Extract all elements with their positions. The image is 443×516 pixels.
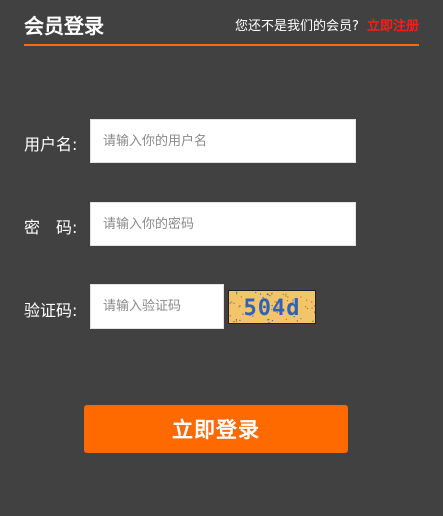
captcha-noise-dot xyxy=(238,306,240,308)
captcha-noise-dot xyxy=(306,307,309,310)
register-prompt-text: 您还不是我们的会员? xyxy=(234,19,359,34)
captcha-noise-dot xyxy=(282,293,284,295)
username-input[interactable] xyxy=(90,119,356,163)
password-input[interactable] xyxy=(90,202,356,246)
captcha-noise-dot xyxy=(236,293,238,295)
username-label: 用户名: xyxy=(24,135,78,154)
captcha-noise-dot xyxy=(314,312,315,314)
captcha-image[interactable]: 504d xyxy=(228,290,316,324)
register-link[interactable]: 立即注册 xyxy=(367,19,419,34)
captcha-noise-dot xyxy=(231,301,233,303)
captcha-noise-dot xyxy=(300,296,302,298)
captcha-input[interactable] xyxy=(90,284,224,329)
captcha-noise-dot xyxy=(235,320,237,322)
captcha-label: 验证码: xyxy=(24,301,78,320)
captcha-noise-dot xyxy=(240,296,242,298)
captcha-noise-dot xyxy=(233,321,235,323)
login-header: 会员登录 您还不是我们的会员? 立即注册 xyxy=(24,8,419,46)
login-panel: 会员登录 您还不是我们的会员? 立即注册 用户名: 密 码: 验证码: 504d… xyxy=(0,0,443,516)
captcha-noise-dot xyxy=(311,307,313,309)
captcha-noise-dot xyxy=(305,306,307,308)
captcha-noise-dot xyxy=(229,302,231,304)
captcha-noise-dot xyxy=(306,299,308,301)
captcha-noise-dot xyxy=(285,293,287,295)
captcha-noise-dot xyxy=(235,319,237,321)
captcha-noise-dot xyxy=(266,293,269,295)
captcha-noise-dot xyxy=(259,293,262,295)
captcha-noise-dot xyxy=(239,305,241,307)
captcha-text: 504d xyxy=(244,296,301,321)
captcha-noise-dot xyxy=(239,319,241,321)
captcha-graphic: 504d xyxy=(229,291,315,323)
captcha-noise-dot xyxy=(229,315,231,317)
captcha-noise-dot xyxy=(233,302,235,304)
password-label: 密 码: xyxy=(24,218,78,237)
captcha-noise-dot xyxy=(236,291,238,293)
login-button[interactable]: 立即登录 xyxy=(84,405,348,453)
captcha-noise-dot xyxy=(268,321,270,323)
captcha-noise-dot xyxy=(313,305,315,307)
captcha-noise-dot xyxy=(300,318,302,320)
captcha-noise-dot xyxy=(271,293,273,295)
page-title: 会员登录 xyxy=(24,14,104,38)
captcha-noise-dot xyxy=(311,301,313,303)
captcha-noise-dot xyxy=(312,320,314,322)
captcha-noise-dot xyxy=(255,291,257,294)
register-prompt-wrap: 您还不是我们的会员? 立即注册 xyxy=(235,15,419,34)
